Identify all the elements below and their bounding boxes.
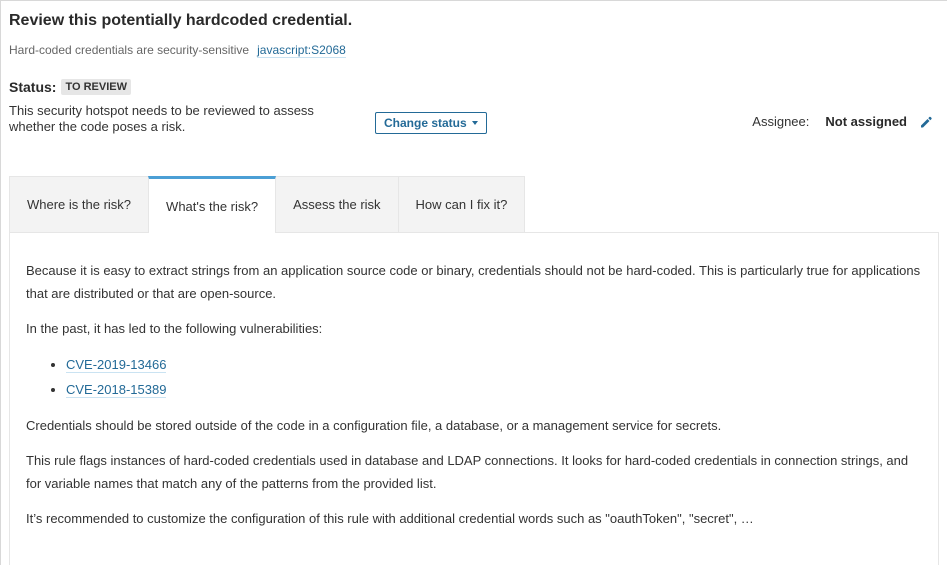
tab-content-panel: Because it is easy to extract strings fr… [9, 232, 939, 565]
change-status-button[interactable]: Change status [375, 112, 487, 134]
change-status-label: Change status [384, 116, 467, 130]
risk-paragraph: This rule flags instances of hard-coded … [26, 453, 909, 491]
tab-whats-the-risk[interactable]: What's the risk? [148, 176, 277, 233]
status-label: Status: [9, 79, 57, 95]
tab-how-can-i-fix-it[interactable]: How can I fix it? [397, 176, 526, 232]
assignee-label: Assignee: [752, 114, 810, 129]
tab-assess-the-risk[interactable]: Assess the risk [275, 176, 399, 232]
risk-tabs: Where is the risk? What's the risk? Asse… [9, 176, 526, 233]
caret-down-icon [471, 121, 478, 125]
risk-paragraph: Because it is easy to extract strings fr… [26, 263, 921, 301]
rule-subtitle-row: Hard-coded credentials are security-sens… [9, 43, 346, 58]
status-badge: TO REVIEW [61, 79, 131, 95]
rule-key-link[interactable]: javascript:S2068 [257, 43, 346, 58]
page-title: Review this potentially hardcoded creden… [9, 12, 353, 29]
cve-link[interactable]: CVE-2019-13466 [66, 357, 167, 373]
list-item: CVE-2019-13466 [66, 352, 922, 377]
assignee-section: Assignee: Not assigned [752, 114, 933, 129]
pencil-icon[interactable] [919, 115, 933, 129]
assignee-value: Not assigned [825, 114, 907, 129]
risk-paragraph: It’s recommended to customize the config… [26, 511, 754, 526]
cve-link[interactable]: CVE-2018-15389 [66, 382, 167, 398]
status-description: This security hotspot needs to be review… [9, 103, 314, 134]
rule-description: Hard-coded credentials are security-sens… [9, 43, 250, 57]
list-item: CVE-2018-15389 [66, 377, 922, 402]
vulnerability-list: CVE-2019-13466 CVE-2018-15389 [26, 352, 922, 402]
hotspot-review-panel: Review this potentially hardcoded creden… [0, 0, 947, 565]
tab-where-is-the-risk[interactable]: Where is the risk? [9, 176, 150, 232]
status-row: Status: TO REVIEW [9, 79, 131, 95]
risk-paragraph: In the past, it has led to the following… [26, 321, 323, 336]
risk-paragraph: Credentials should be stored outside of … [26, 418, 722, 433]
